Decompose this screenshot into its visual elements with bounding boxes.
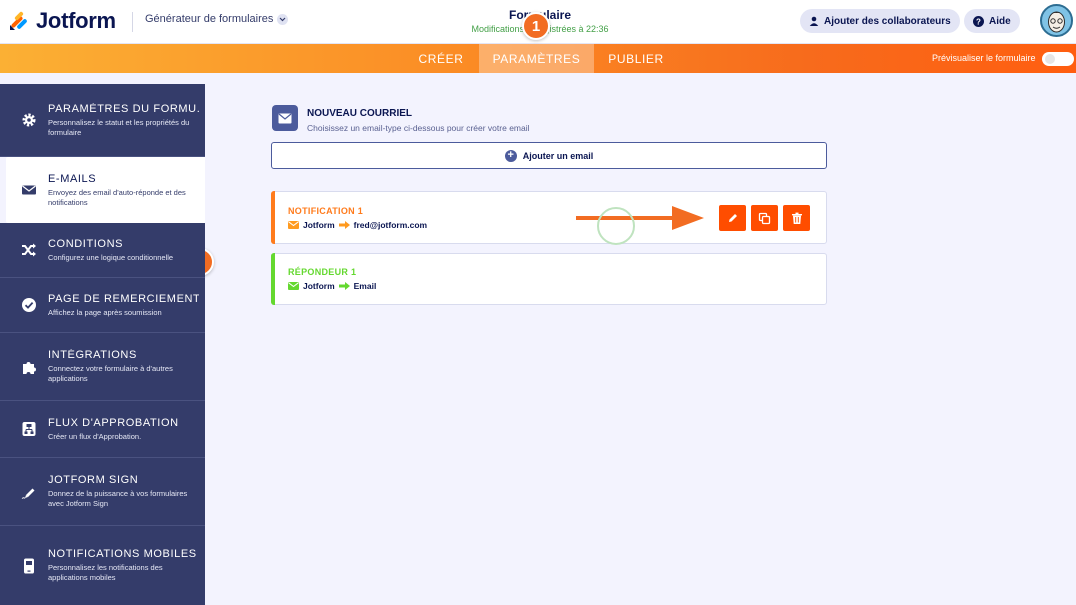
sidebar-item-title: INTÉGRATIONS (48, 349, 137, 361)
toggle-knob (1045, 54, 1055, 64)
arrow-right-icon (338, 221, 350, 229)
jotform-logo[interactable]: Jotform (8, 8, 116, 34)
trash-icon (791, 212, 802, 224)
envelope-icon (288, 221, 299, 229)
svg-text:?: ? (976, 17, 981, 26)
sidebar-item-title: JOTFORM SIGN (48, 474, 139, 486)
sidebar-item-conditions[interactable]: CONDITIONS Configurez une logique condit… (0, 223, 205, 278)
sidebar-item-desc: Configurez une logique conditionnelle (48, 252, 174, 262)
envelope-icon (21, 182, 37, 198)
sidebar-item-desc: Affichez la page après soumission (48, 307, 162, 317)
avatar-face-icon (1048, 11, 1065, 33)
sidebar-item-desc: Créer un flux d'Approbation. (48, 431, 142, 441)
card-from: Jotform (303, 220, 335, 230)
sidebar-item-form-settings[interactable]: PARAMÈTRES DU FORMU... Personnalisez le … (0, 84, 205, 157)
sidebar-item-title: PAGE DE REMERCIEMENTS (48, 292, 199, 305)
shuffle-icon (21, 242, 37, 258)
sidebar-item-emails[interactable]: E-MAILS Envoyez des email d'auto-réponde… (6, 157, 205, 223)
sidebar-item-approval-flow[interactable]: FLUX D'APPROBATION Créer un flux d'Appro… (0, 401, 205, 458)
add-email-button[interactable]: + Ajouter un email (271, 142, 827, 169)
sidebar-item-desc: Connectez votre formulaire à d'autres ap… (48, 364, 173, 383)
tab-publish[interactable]: PUBLIER (600, 44, 672, 73)
sidebar-item-thank-you[interactable]: PAGE DE REMERCIEMENTS Affichez la page a… (0, 278, 205, 333)
sidebar-item-jotform-sign[interactable]: JOTFORM SIGN Donnez de la puissance à vo… (0, 458, 205, 526)
puzzle-icon (21, 359, 37, 375)
edit-email-button[interactable] (719, 205, 746, 231)
preview-toggle[interactable] (1042, 52, 1074, 66)
copy-icon (758, 212, 771, 224)
card-route: Jotform fred@jotform.com (288, 220, 427, 230)
sidebar-item-title: CONDITIONS (48, 237, 124, 250)
add-collaborators-label: Ajouter des collaborateurs (824, 15, 951, 27)
preview-label: Prévisualiser le formulaire (932, 53, 1036, 63)
sidebar-item-title: NOTIFICATIONS MOBILES (48, 548, 197, 560)
email-card-autoresponder[interactable]: RÉPONDEUR 1 Jotform Email (271, 253, 827, 305)
jotform-logo-icon (10, 11, 27, 30)
settings-sidebar: PARAMÈTRES DU FORMU... Personnalisez le … (0, 73, 214, 605)
sidebar-item-mobile-notifications[interactable]: NOTIFICATIONS MOBILES Personnalisez les … (0, 526, 205, 605)
card-title: RÉPONDEUR 1 (288, 267, 357, 277)
tab-create[interactable]: CRÉER (408, 44, 474, 73)
sidebar-item-title: PARAMÈTRES DU FORMU... (48, 102, 199, 115)
check-circle-icon (21, 297, 37, 313)
card-from: Jotform (303, 281, 335, 291)
card-accent-bar (271, 191, 275, 244)
card-to: fred@jotform.com (353, 220, 428, 230)
main-nav: CRÉER PARAMÈTRES PUBLIER Prévisualiser l… (0, 44, 1076, 73)
add-collaborators-button[interactable]: Ajouter des collaborateurs (800, 9, 960, 33)
new-mail-subtitle: Choisissez un email-type ci-dessous pour… (307, 123, 530, 133)
gear-icon (21, 112, 37, 128)
builder-label: Générateur de formulaires (145, 13, 274, 25)
sidebar-item-desc: Donnez de la puissance à vos formulaires… (48, 489, 188, 508)
pen-icon (21, 484, 37, 500)
help-label: Aide (989, 15, 1011, 27)
cursor-highlight (597, 207, 635, 245)
flow-icon (21, 421, 37, 437)
user-icon (809, 16, 819, 26)
builder-menu[interactable]: Générateur de formulaires (145, 13, 289, 25)
sidebar-item-desc: Envoyez des email d'auto-réponde et des … (48, 187, 186, 207)
header-divider (132, 12, 133, 32)
card-route: Jotform Email (288, 281, 376, 291)
tab-settings[interactable]: PARAMÈTRES (479, 44, 594, 73)
top-bar: Jotform Générateur de formulaires Formul… (0, 0, 1076, 44)
add-email-label: Ajouter un email (522, 150, 594, 161)
sidebar-item-title: E-MAILS (48, 172, 97, 185)
avatar[interactable] (1040, 4, 1073, 37)
sidebar-item-title: FLUX D'APPROBATION (48, 416, 179, 429)
plus-icon: + (504, 149, 517, 162)
arrow-right-icon (338, 282, 350, 290)
mobile-icon (21, 558, 37, 574)
chevron-down-icon (277, 13, 289, 25)
new-mail-icon (272, 105, 298, 131)
help-icon: ? (973, 15, 984, 27)
new-mail-title: NOUVEAU COURRIEL (307, 108, 413, 119)
logo-text: Jotform (36, 8, 116, 33)
card-title: NOTIFICATION 1 (288, 206, 364, 216)
clone-email-button[interactable] (751, 205, 778, 231)
pencil-icon (728, 214, 737, 222)
sidebar-item-desc: Personnalisez les notifications des appl… (48, 563, 163, 582)
card-to: Email (353, 281, 377, 291)
card-accent-bar (271, 253, 275, 305)
sidebar-item-desc: Personnalisez le statut et les propriété… (48, 117, 190, 137)
step-badge-1: 1 (522, 12, 550, 40)
sidebar-item-integrations[interactable]: INTÉGRATIONS Connectez votre formulaire … (0, 333, 205, 401)
envelope-icon (288, 282, 299, 290)
help-button[interactable]: ? Aide (964, 9, 1020, 33)
annotation-arrow-icon (576, 206, 704, 230)
delete-email-button[interactable] (783, 205, 810, 231)
